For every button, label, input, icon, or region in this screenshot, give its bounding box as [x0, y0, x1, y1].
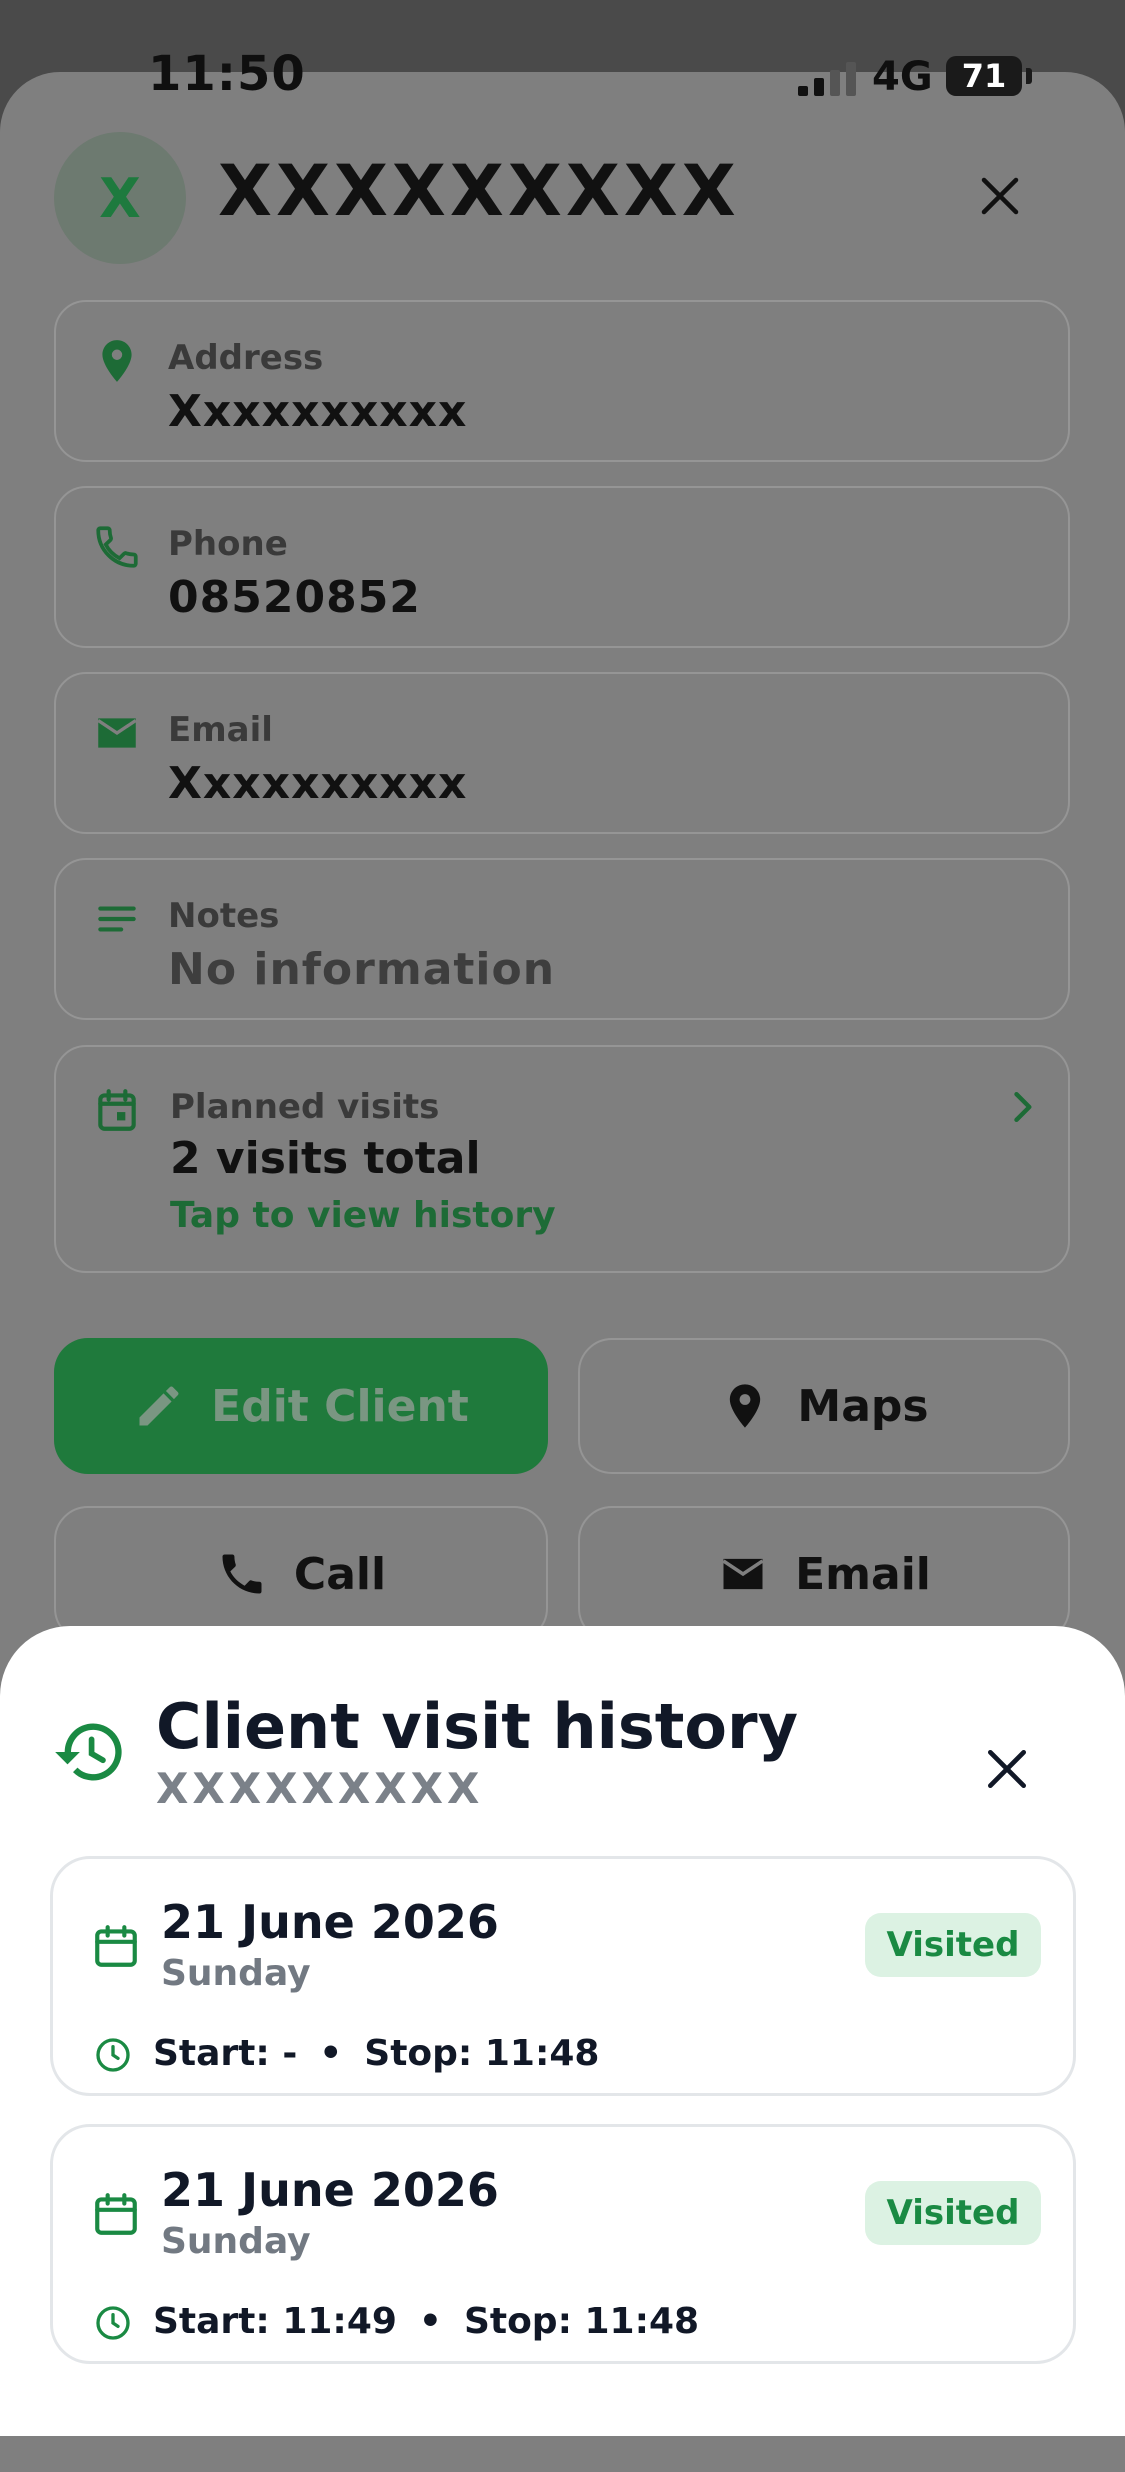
visit-stop: Stop: 11:48: [364, 2033, 600, 2074]
visit-times: Start: 11:49 • Stop: 11:48: [153, 2301, 699, 2342]
signal-icon: [798, 62, 856, 96]
view-history-link[interactable]: Tap to view history: [170, 1195, 556, 1236]
visit-list-item[interactable]: 21 June 2026 Sunday Visited Start: - • Sto…: [50, 1856, 1076, 2096]
pencil-icon: [139, 1386, 179, 1426]
close-icon[interactable]: [982, 1744, 1032, 1794]
notes-label: Notes: [168, 896, 280, 936]
address-label: Address: [168, 338, 324, 378]
visit-day: Sunday: [161, 2221, 311, 2262]
clock-icon: [96, 2038, 130, 2072]
location-pin-icon: [102, 340, 132, 382]
visit-times: Start: - • Stop: 11:48: [153, 2033, 599, 2074]
status-bar: 11:50 4G 71: [0, 0, 1125, 150]
calendar-icon: [95, 1925, 137, 1967]
map-pin-icon: [730, 1384, 761, 1428]
phone-icon: [222, 1554, 262, 1594]
phone-card[interactable]: Phone 08520852: [54, 486, 1070, 648]
notes-icon: [98, 906, 136, 932]
visit-start: Start: -: [153, 2033, 298, 2074]
modal-subtitle: XXXXXXXXX: [156, 1764, 484, 1813]
visit-history-modal: Client visit history XXXXXXXXX 21 June 2…: [0, 1626, 1125, 2436]
visit-date: 21 June 2026: [161, 2163, 499, 2217]
calendar-icon: [98, 1089, 136, 1131]
separator-dot: •: [319, 2033, 343, 2074]
avatar: X: [54, 132, 186, 264]
avatar-letter: X: [99, 166, 141, 230]
mail-icon: [97, 718, 137, 748]
status-badge: Visited: [865, 2181, 1041, 2245]
email-button[interactable]: Email: [578, 1506, 1070, 1642]
chevron-right-icon: [1014, 1091, 1032, 1123]
email-label: Email: [795, 1548, 931, 1600]
status-badge: Visited: [865, 1913, 1041, 1977]
status-time: 11:50: [148, 46, 306, 102]
visit-date: 21 June 2026: [161, 1895, 499, 1949]
call-button[interactable]: Call: [54, 1506, 548, 1642]
edit-client-label: Edit Client: [211, 1380, 469, 1432]
email-label: Email: [168, 710, 273, 750]
call-label: Call: [293, 1548, 387, 1600]
email-card[interactable]: Email Xxxxxxxxxx: [54, 672, 1070, 834]
address-value: Xxxxxxxxxx: [168, 386, 468, 437]
notes-value: No information: [168, 944, 556, 995]
client-name: XXXXXXXXX: [218, 150, 740, 232]
visit-stop: Stop: 11:48: [463, 2301, 700, 2342]
planned-visits-label: Planned visits: [170, 1087, 440, 1127]
planned-visits-count: 2 visits total: [170, 1133, 481, 1184]
notes-card[interactable]: Notes No information: [54, 858, 1070, 1020]
maps-button[interactable]: Maps: [578, 1338, 1070, 1474]
phone-label: Phone: [168, 524, 288, 564]
phone-icon: [96, 526, 138, 568]
history-icon: [55, 1723, 122, 1781]
edit-client-button[interactable]: Edit Client: [54, 1338, 548, 1474]
visit-list-item[interactable]: 21 June 2026 Sunday Visited Start: 11:49…: [50, 2124, 1076, 2364]
close-icon[interactable]: [976, 172, 1024, 220]
separator-dot: •: [418, 2301, 442, 2342]
modal-title: Client visit history: [156, 1690, 798, 1763]
network-label: 4G: [872, 54, 933, 100]
visit-day: Sunday: [161, 1953, 311, 1994]
planned-visits-card[interactable]: Planned visits 2 visits total Tap to vie…: [54, 1045, 1070, 1273]
address-card[interactable]: Address Xxxxxxxxxx: [54, 300, 1070, 462]
battery-level: 71: [961, 57, 1007, 95]
maps-label: Maps: [797, 1380, 929, 1432]
email-value: Xxxxxxxxxx: [168, 758, 468, 809]
visit-start: Start: 11:49: [153, 2301, 397, 2342]
phone-value: 08520852: [168, 572, 421, 623]
clock-icon: [96, 2306, 130, 2340]
mail-icon: [722, 1558, 764, 1590]
battery-icon: 71: [946, 56, 1032, 96]
calendar-icon: [95, 2193, 137, 2235]
